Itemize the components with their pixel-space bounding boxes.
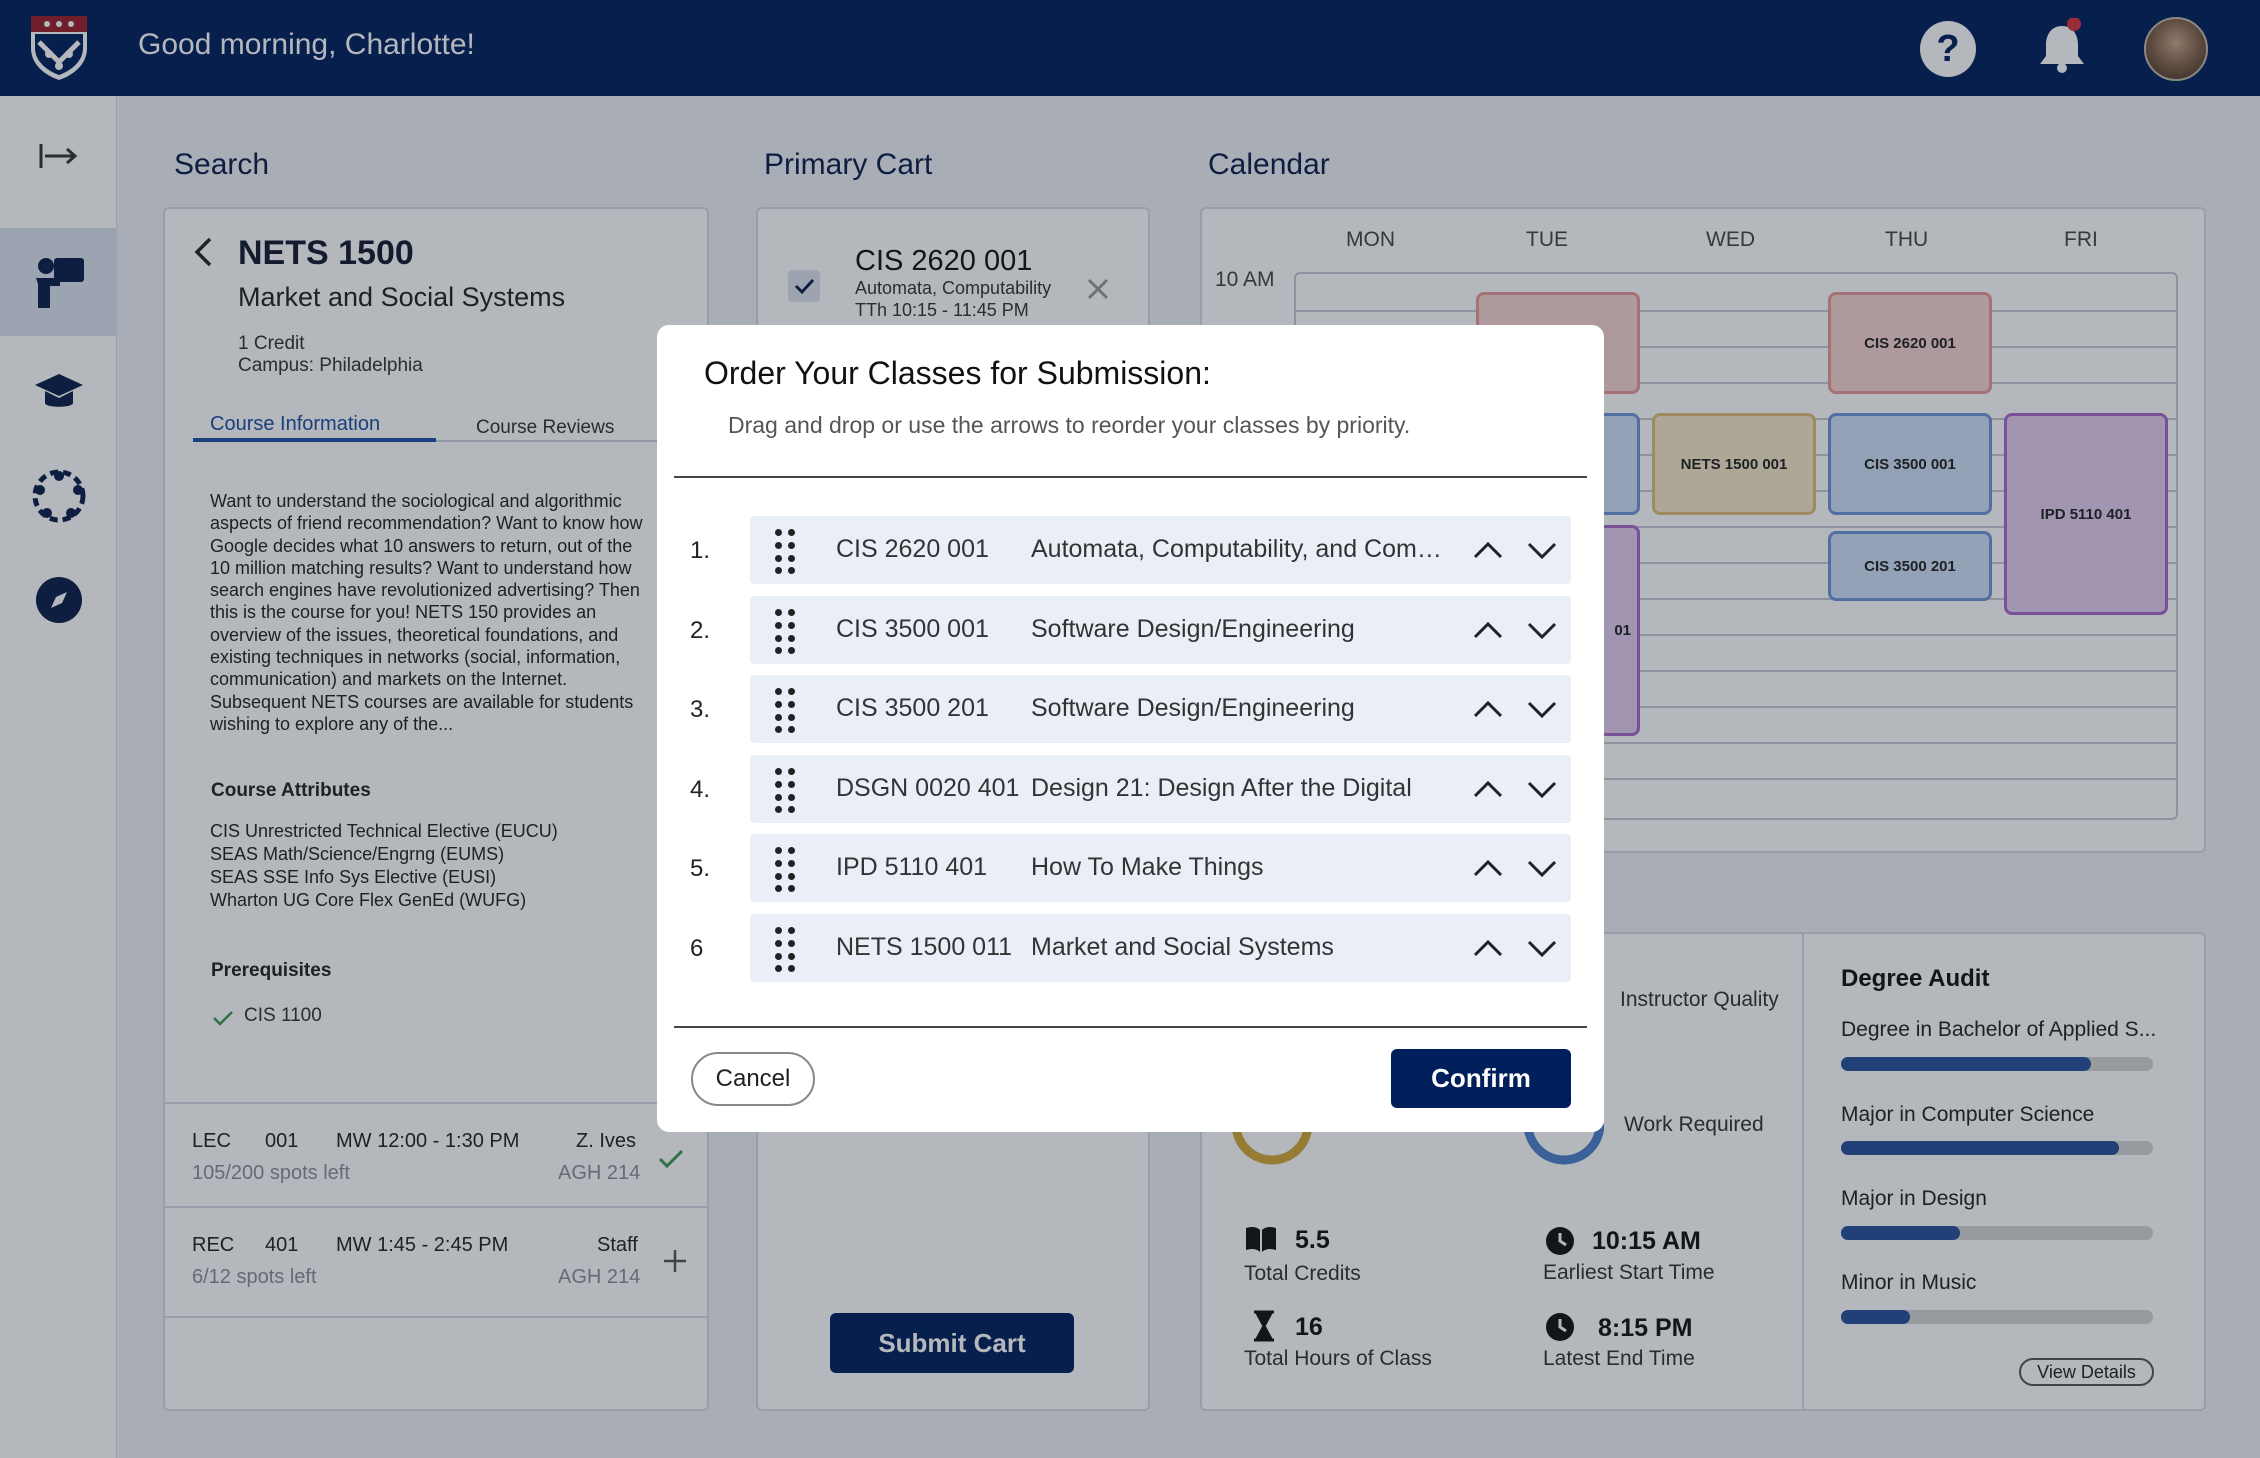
class-order-row[interactable]: NETS 1500 011 Market and Social Systems <box>750 914 1571 982</box>
move-down-chevron-icon[interactable] <box>1522 928 1562 968</box>
class-code: CIS 3500 201 <box>836 694 989 723</box>
move-up-chevron-icon[interactable] <box>1468 689 1508 729</box>
order-classes-modal: Order Your Classes for Submission: Drag … <box>657 325 1604 1132</box>
priority-number: 5. <box>690 855 711 883</box>
drag-handle-icon[interactable] <box>773 608 797 654</box>
drag-handle-icon[interactable] <box>773 927 797 972</box>
class-order-row[interactable]: CIS 3500 201 Software Design/Engineering <box>750 675 1571 744</box>
priority-number: 6 <box>690 935 704 962</box>
class-title: Software Design/Engineering <box>1031 694 1355 723</box>
class-order-row[interactable]: CIS 2620 001 Automata, Computability, and… <box>750 516 1571 584</box>
confirm-button[interactable]: Confirm <box>1391 1049 1571 1108</box>
priority-number: 4. <box>690 775 711 803</box>
class-order-row[interactable]: CIS 3500 001 Software Design/Engineering <box>750 595 1571 664</box>
move-down-chevron-icon[interactable] <box>1522 769 1562 809</box>
cancel-button[interactable]: Cancel <box>691 1052 815 1106</box>
drag-handle-icon[interactable] <box>773 529 797 574</box>
move-up-chevron-icon[interactable] <box>1468 610 1508 650</box>
move-down-chevron-icon[interactable] <box>1522 848 1562 888</box>
class-title: Design 21: Design After the Digital <box>1031 773 1412 802</box>
class-code: DSGN 0020 401 <box>836 773 1020 802</box>
priority-number: 1. <box>690 537 711 564</box>
class-order-row[interactable]: DSGN 0020 401 Design 21: Design After the… <box>750 754 1571 823</box>
move-down-chevron-icon[interactable] <box>1522 530 1562 570</box>
drag-handle-icon[interactable] <box>773 847 797 893</box>
move-up-chevron-icon[interactable] <box>1468 928 1508 968</box>
class-title: Market and Social Systems <box>1031 933 1334 961</box>
move-down-chevron-icon[interactable] <box>1522 610 1562 650</box>
move-down-chevron-icon[interactable] <box>1522 689 1562 729</box>
drag-handle-icon[interactable] <box>773 767 797 813</box>
move-up-chevron-icon[interactable] <box>1468 848 1508 888</box>
modal-title: Order Your Classes for Submission: <box>704 355 1211 391</box>
priority-number: 2. <box>690 616 711 644</box>
move-up-chevron-icon[interactable] <box>1468 769 1508 809</box>
class-order-row[interactable]: IPD 5110 401 How To Make Things <box>750 834 1571 903</box>
class-code: CIS 2620 001 <box>836 535 989 563</box>
class-code: CIS 3500 001 <box>836 614 989 643</box>
move-up-chevron-icon[interactable] <box>1468 530 1508 570</box>
class-code: NETS 1500 011 <box>836 933 1013 961</box>
class-code: IPD 5110 401 <box>836 853 988 882</box>
class-title: Software Design/Engineering <box>1031 614 1355 643</box>
class-title: Automata, Computability, and Compl... <box>1031 535 1451 563</box>
modal-subtitle: Drag and drop or use the arrows to reord… <box>728 412 1411 438</box>
drag-handle-icon[interactable] <box>773 688 797 734</box>
priority-number: 3. <box>690 696 711 724</box>
modal-divider-top <box>674 476 1587 478</box>
class-title: How To Make Things <box>1031 853 1264 882</box>
modal-divider-bottom <box>674 1026 1587 1028</box>
